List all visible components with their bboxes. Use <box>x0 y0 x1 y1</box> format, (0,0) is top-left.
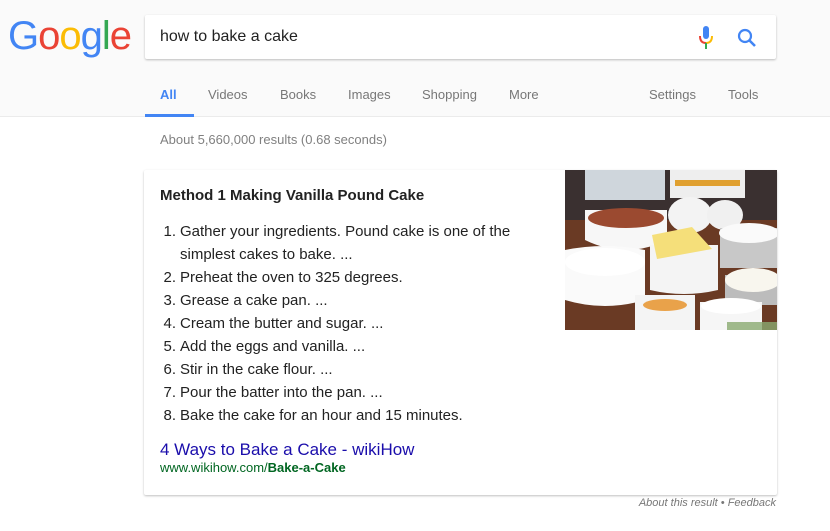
tab-shopping[interactable]: Shopping <box>422 87 477 102</box>
tab-settings[interactable]: Settings <box>649 87 696 102</box>
search-icon[interactable] <box>737 28 757 48</box>
tab-books[interactable]: Books <box>280 87 316 102</box>
list-item: 3. Grease a cake pan. ... <box>163 292 328 309</box>
result-stats: About 5,660,000 results (0.68 seconds) <box>160 132 387 147</box>
list-item: 8. Bake the cake for an hour and 15 minut… <box>163 407 463 424</box>
search-box[interactable]: how to bake a cake <box>145 15 776 59</box>
search-input[interactable]: how to bake a cake <box>160 28 298 46</box>
result-url: www.wikihow.com/Bake-a-Cake <box>160 460 346 475</box>
active-tab-indicator <box>145 114 194 117</box>
snippet-footer: About this result • Feedback <box>638 497 776 509</box>
tab-videos[interactable]: Videos <box>208 87 248 102</box>
snippet-title: Method 1 Making Vanilla Pound Cake <box>160 187 425 204</box>
header: Google how to bake a cake All Videos Boo… <box>0 0 830 117</box>
feedback-link[interactable]: Feedback <box>728 497 776 509</box>
list-item: 7. Pour the batter into the pan. ... <box>163 384 383 401</box>
list-item: 1. Gather your ingredients. Pound cake is… <box>163 223 511 263</box>
google-logo[interactable]: Google <box>8 14 132 59</box>
list-item: 6. Stir in the cake flour. ... <box>163 361 333 378</box>
about-this-result-link[interactable]: About this result <box>639 497 718 509</box>
tab-more[interactable]: More <box>509 87 539 102</box>
list-item: 5. Add the eggs and vanilla. ... <box>163 338 366 355</box>
list-item: 2. Preheat the oven to 325 degrees. <box>163 269 403 286</box>
microphone-icon[interactable] <box>698 26 714 50</box>
list-item: 4. Cream the butter and sugar. ... <box>163 315 384 332</box>
featured-snippet: Method 1 Making Vanilla Pound Cake 1. Gat… <box>144 170 777 495</box>
tab-all[interactable]: All <box>160 87 177 102</box>
result-link[interactable]: 4 Ways to Bake a Cake - wikiHow <box>160 440 414 460</box>
steps-list: 1. Gather your ingredients. Pound cake is… <box>160 220 540 427</box>
cake-ingredients-image[interactable] <box>565 170 777 330</box>
tab-tools[interactable]: Tools <box>728 87 758 102</box>
tab-images[interactable]: Images <box>348 87 391 102</box>
